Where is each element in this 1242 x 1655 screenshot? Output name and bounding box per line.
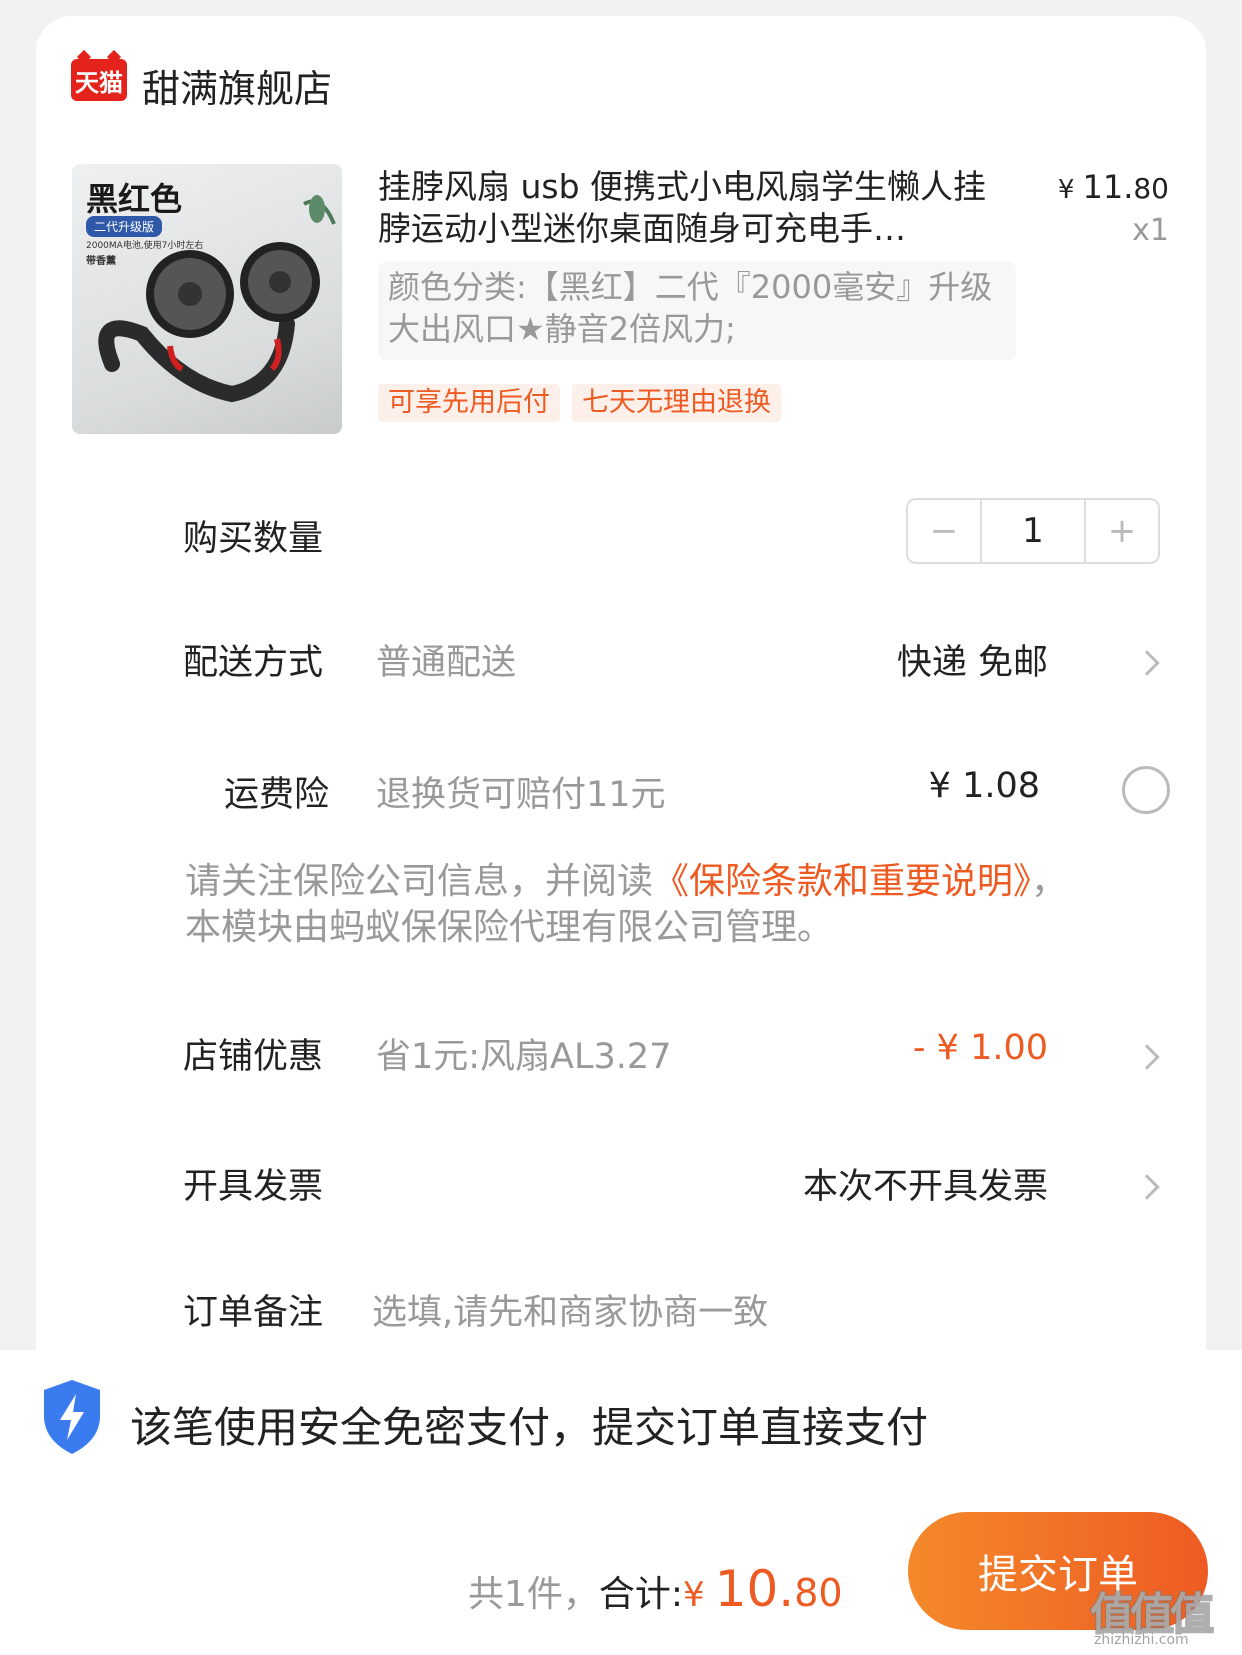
decrease-button[interactable]: − (908, 500, 980, 562)
insurance-price: ¥ 1.08 (928, 766, 1040, 806)
price-currency: ¥ (1057, 175, 1075, 205)
insurance-radio[interactable] (1122, 766, 1170, 814)
price-int: 11. (1082, 168, 1134, 206)
delivery-sub: 普通配送 (376, 643, 517, 683)
invoice-label: 开具发票 (183, 1167, 324, 1207)
tag-pay-later: 可享先用后付 (378, 384, 560, 422)
total-label: 合计: (598, 1574, 684, 1615)
total-currency: ¥ (683, 1575, 705, 1615)
chevron-right-icon (1134, 1174, 1160, 1200)
neck-fan-illustration (98, 195, 336, 403)
delivery-label: 配送方式 (183, 643, 324, 683)
insurance-notice: 请关注保险公司信息，并阅读《保险条款和重要说明》，本模块由蚂蚁保保险代理有限公司… (185, 859, 1085, 951)
discount-label: 店铺优惠 (183, 1037, 324, 1077)
shop-name[interactable]: 甜满旗舰店 (142, 58, 332, 113)
sku-info[interactable]: 颜色分类:【黑红】二代『2000毫安』升级大出风口★静音2倍风力; (378, 262, 1016, 360)
insurance-label: 运费险 (224, 775, 330, 815)
insurance-sub: 退换货可赔付11元 (376, 775, 666, 815)
chevron-right-icon (1134, 1044, 1160, 1070)
order-total: 共1件，合计:¥ 10.80 (468, 1560, 843, 1618)
invoice-value: 本次不开具发票 (802, 1167, 1048, 1207)
service-tags: 可享先用后付 七天无理由退换 (378, 384, 781, 422)
discount-sub: 省1元:风扇AL3.27 (376, 1037, 672, 1077)
chevron-right-icon (1134, 650, 1160, 676)
product-title[interactable]: 挂脖风扇 usb 便携式小电风扇学生懒人挂脖运动小型迷你桌面随身可充电手… (378, 166, 998, 250)
remark-label: 订单备注 (183, 1293, 324, 1333)
quantity-label: 购买数量 (183, 519, 324, 559)
product-quantity: x1 (1132, 213, 1169, 248)
item-count: 共1件， (468, 1574, 599, 1615)
increase-button[interactable]: + (1086, 500, 1158, 562)
quantity-stepper[interactable]: − 1 + (906, 498, 1160, 564)
delivery-value: 快递 免邮 (896, 643, 1048, 683)
total-amount: ¥10.80 (683, 1560, 843, 1618)
tmall-logo-icon: 天猫 (71, 59, 127, 101)
total-dec: 80 (794, 1571, 843, 1615)
order-card: 天猫 甜满旗舰店 黑红色 二代升级版 2000MA电池,使用7小时左右 带香薰 … (36, 16, 1206, 1386)
notice-pre: 请关注保险公司信息，并阅读 (185, 861, 654, 902)
price-dec: 80 (1133, 172, 1169, 205)
product-thumbnail[interactable]: 黑红色 二代升级版 2000MA电池,使用7小时左右 带香薰 (72, 164, 342, 434)
tag-seven-day-return: 七天无理由退换 (572, 384, 781, 422)
remark-input[interactable]: 选填,请先和商家协商一致 (372, 1284, 768, 1335)
shield-lightning-icon (44, 1380, 100, 1454)
insurance-terms-link[interactable]: 《保险条款和重要说明》 (653, 861, 1031, 902)
product-price: ¥11.80 (1058, 168, 1169, 206)
secure-payment-text: 该笔使用安全免密支付，提交订单直接支付 (130, 1403, 929, 1452)
watermark-url: zhizhizhi.com (1094, 1632, 1189, 1648)
bottom-bar: 该笔使用安全免密支付，提交订单直接支付 共1件，合计:¥ 10.80 提交订单 (0, 1350, 1242, 1655)
quantity-value[interactable]: 1 (980, 500, 1086, 562)
total-int: 10. (714, 1560, 795, 1618)
tmall-logo-text: 天猫 (75, 68, 123, 97)
discount-value: - ¥ 1.00 (912, 1028, 1048, 1068)
